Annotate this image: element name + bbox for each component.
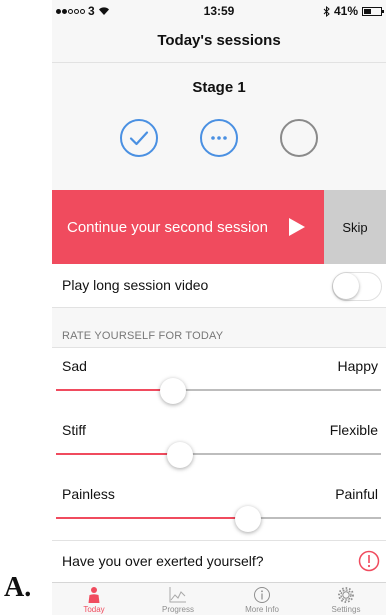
slider-thumb[interactable] xyxy=(160,378,186,404)
tab-label: Progress xyxy=(161,605,194,614)
page-title: Today's sessions xyxy=(157,32,281,49)
rating-row-pain: Painless Painful xyxy=(52,476,386,540)
person-icon xyxy=(88,587,100,603)
tab-label: Settings xyxy=(331,605,361,614)
over-exertion-label: Have you over exerted yourself? xyxy=(62,553,264,569)
slider-thumb[interactable] xyxy=(234,506,261,532)
stage-progress xyxy=(52,118,386,158)
long-video-label: Play long session video xyxy=(62,277,209,293)
chart-icon xyxy=(169,587,186,603)
rating-row-flexibility: Stiff Flexible xyxy=(52,412,386,476)
rating-right-label: Happy xyxy=(337,358,378,374)
continue-session-label: Continue your second session xyxy=(67,219,268,236)
tab-today[interactable]: Today xyxy=(52,583,136,615)
rating-row-mood: Sad Happy xyxy=(52,348,386,412)
stage-title: Stage 1 xyxy=(192,79,246,96)
phone-screen: 3 13:59 41% Today's sessions Stage 1 Con… xyxy=(52,0,386,615)
over-exertion-row[interactable]: Have you over exerted yourself? xyxy=(52,540,386,582)
slider-track[interactable] xyxy=(56,389,381,391)
tab-settings[interactable]: Settings xyxy=(304,583,386,615)
rating-right-label: Flexible xyxy=(329,422,378,438)
tab-label: Today xyxy=(83,605,105,614)
alert-icon[interactable] xyxy=(358,550,380,572)
tab-more-info[interactable]: More Info xyxy=(220,583,304,615)
header-divider xyxy=(52,62,386,63)
skip-button[interactable]: Skip xyxy=(324,190,386,264)
tab-progress[interactable]: Progress xyxy=(136,583,220,615)
play-icon xyxy=(289,218,305,236)
rating-left-label: Sad xyxy=(62,358,87,374)
ellipsis-circle-icon[interactable] xyxy=(199,118,239,158)
bluetooth-icon xyxy=(323,5,330,17)
figure-label: A. xyxy=(4,572,32,603)
gear-icon xyxy=(338,587,354,603)
long-video-row: Play long session video xyxy=(52,264,386,308)
rating-left-label: Painless xyxy=(62,486,115,502)
long-video-toggle[interactable] xyxy=(332,272,382,301)
empty-circle-icon[interactable] xyxy=(279,118,319,158)
skip-label: Skip xyxy=(342,220,368,235)
rating-right-label: Painful xyxy=(335,486,378,502)
battery-percent: 41% xyxy=(333,4,358,18)
battery-icon xyxy=(362,6,384,16)
toggle-knob xyxy=(333,273,359,299)
check-circle-icon[interactable] xyxy=(119,118,159,158)
slider-track[interactable] xyxy=(56,517,381,519)
slider-thumb[interactable] xyxy=(166,442,193,468)
tab-label: More Info xyxy=(245,605,279,614)
slider-track[interactable] xyxy=(56,453,381,455)
status-bar: 3 13:59 41% xyxy=(52,0,386,22)
tab-bar: Today Progress More Info Settings xyxy=(52,582,386,615)
info-icon xyxy=(254,587,270,603)
continue-session-button[interactable]: Continue your second session xyxy=(52,190,324,264)
rating-left-label: Stiff xyxy=(62,422,86,438)
rating-section-title: RATE YOURSELF FOR TODAY xyxy=(62,330,224,342)
status-right: 41% xyxy=(323,4,384,18)
